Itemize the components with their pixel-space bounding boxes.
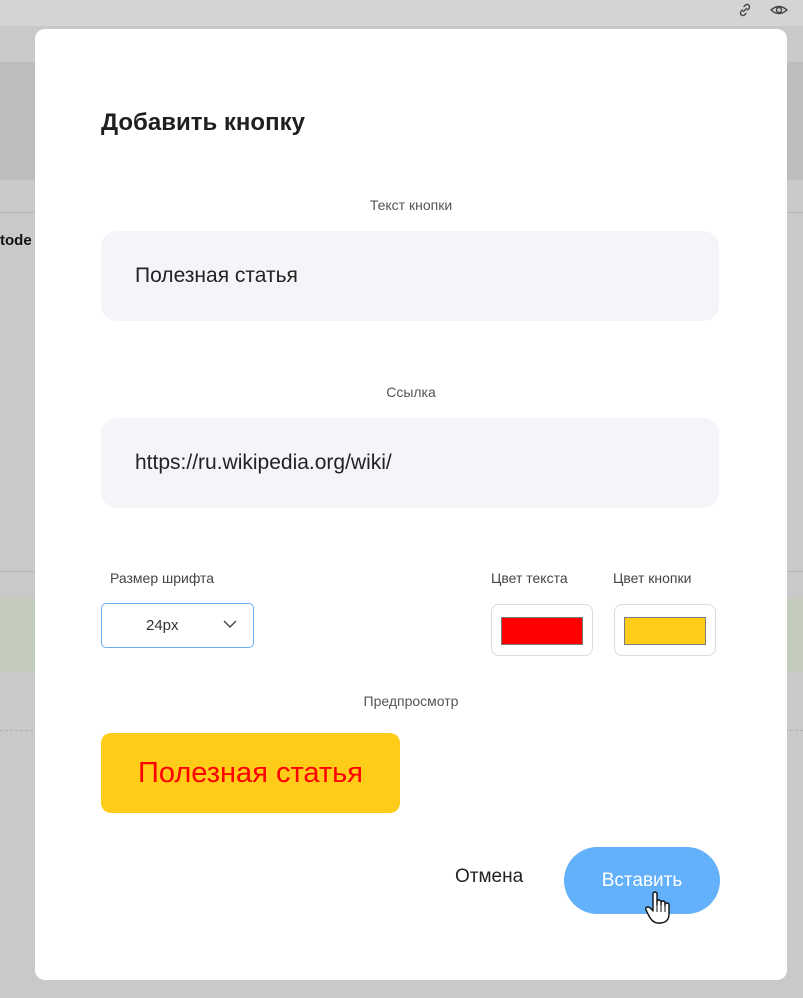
link-value: https://ru.wikipedia.org/wiki/ — [135, 451, 392, 474]
button-text-label: Текст кнопки — [369, 197, 453, 213]
text-color-label: Цвет текста — [491, 570, 568, 586]
button-color-picker[interactable] — [614, 604, 716, 656]
link-label: Ссылка — [386, 384, 436, 400]
eye-icon — [769, 2, 789, 24]
preview-label: Предпросмотр — [363, 693, 459, 709]
background-topbar — [0, 0, 803, 26]
dialog-title: Добавить кнопку — [101, 109, 305, 136]
link-input[interactable]: https://ru.wikipedia.org/wiki/ — [101, 418, 719, 508]
font-size-label: Размер шрифта — [110, 570, 215, 586]
button-color-swatch — [624, 617, 706, 645]
cancel-button[interactable]: Отмена — [455, 866, 523, 888]
font-size-value: 24px — [146, 617, 179, 634]
font-size-select[interactable]: 24px — [101, 603, 254, 648]
link-icon — [737, 2, 753, 24]
text-color-swatch — [501, 617, 583, 645]
text-color-picker[interactable] — [491, 604, 593, 656]
add-button-dialog: Добавить кнопку Текст кнопки Полезная ст… — [35, 29, 787, 980]
button-color-label: Цвет кнопки — [613, 570, 692, 586]
preview-button-text: Полезная статья — [138, 756, 363, 789]
insert-button[interactable]: Вставить — [564, 847, 720, 914]
hand-cursor-icon — [645, 891, 670, 924]
background-text-fragment: tode — [0, 232, 32, 249]
chevron-down-icon — [223, 620, 237, 628]
button-text-input[interactable]: Полезная статья — [101, 231, 719, 321]
preview-button: Полезная статья — [101, 733, 400, 813]
insert-button-label: Вставить — [601, 869, 683, 891]
button-text-value: Полезная статья — [135, 264, 298, 287]
